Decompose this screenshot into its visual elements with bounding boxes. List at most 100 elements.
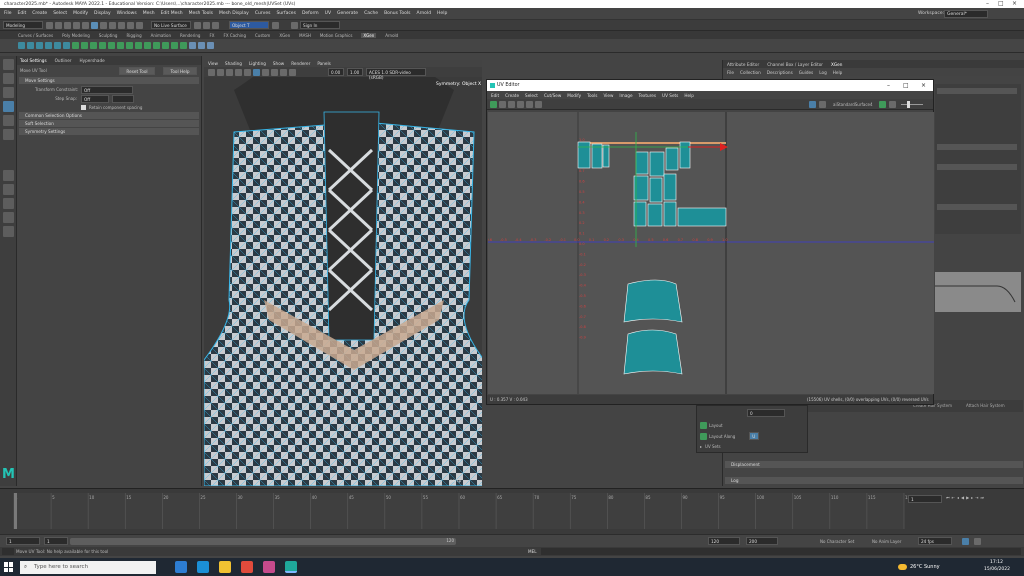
menu-file[interactable]: File: [4, 11, 12, 16]
edge-icon[interactable]: [197, 561, 209, 573]
close-icon[interactable]: ×: [1012, 0, 1017, 7]
shelf-tab-xgen-2[interactable]: XGen: [361, 32, 377, 38]
tab-outliner[interactable]: Outliner: [55, 58, 72, 63]
menu-uv[interactable]: UV: [325, 11, 331, 16]
toolkit-zero-field[interactable]: 0: [747, 409, 785, 417]
property-row[interactable]: [937, 204, 1017, 210]
two-pane-icon[interactable]: [3, 198, 14, 209]
current-frame-field[interactable]: 1: [908, 495, 942, 503]
outliner-pane-icon[interactable]: [3, 212, 14, 223]
store-icon[interactable]: [263, 561, 275, 573]
expand-icon[interactable]: ▸: [700, 444, 702, 449]
auto-key-icon[interactable]: [962, 538, 969, 545]
uv-checker-icon[interactable]: [508, 100, 515, 108]
render-icon[interactable]: [194, 21, 201, 29]
isolate-icon[interactable]: [280, 68, 287, 76]
menu-generate[interactable]: Generate: [337, 11, 358, 16]
menu-help[interactable]: Help: [437, 11, 447, 16]
gamma-field[interactable]: 1.00: [347, 68, 363, 76]
scale-tool-icon[interactable]: [3, 129, 14, 140]
poly-cone-icon[interactable]: [63, 42, 70, 49]
smooth-shade-icon[interactable]: [244, 68, 251, 76]
layout-along-icon[interactable]: [700, 432, 707, 440]
boolean-icon[interactable]: [99, 42, 106, 49]
shelf-tab-custom[interactable]: Custom: [255, 33, 270, 38]
tab-attribute-editor[interactable]: Attribute Editor: [727, 62, 759, 67]
poly-plane-icon[interactable]: [45, 42, 52, 49]
shelf-tab-xgen[interactable]: XGen: [279, 33, 290, 38]
go-to-start-icon[interactable]: ⏮: [946, 495, 950, 500]
select-by-component-icon[interactable]: [109, 21, 116, 29]
play-forward-icon[interactable]: ▶: [966, 495, 969, 500]
section-move-settings[interactable]: Move Settings: [19, 77, 199, 84]
playback-end-field[interactable]: 120: [708, 537, 740, 545]
uv-editor-icon[interactable]: [189, 42, 196, 49]
section-common-selection[interactable]: Common Selection Options: [19, 112, 199, 119]
poly-torus-icon[interactable]: [54, 42, 61, 49]
separate-icon[interactable]: [81, 42, 88, 49]
tab-tool-settings[interactable]: Tool Settings: [20, 58, 47, 63]
grid-icon[interactable]: [226, 68, 233, 76]
menu-bonus-tools[interactable]: Bonus Tools: [384, 11, 410, 16]
anim-layer-dropdown[interactable]: No Anim Layer: [872, 539, 901, 544]
search-icon[interactable]: [272, 21, 279, 29]
uv-shader-dropdown[interactable]: aiStandardSurface4: [833, 102, 873, 107]
uv-menu-tools[interactable]: Tools: [587, 93, 597, 98]
uv-distortion-icon[interactable]: [517, 100, 524, 108]
weather-text[interactable]: 26°C Sunny: [910, 564, 940, 570]
menu-surfaces[interactable]: Surfaces: [276, 11, 296, 16]
ramp-graph[interactable]: [935, 272, 1021, 312]
menu-windows[interactable]: Windows: [117, 11, 137, 16]
menu-edit[interactable]: Edit: [18, 11, 27, 16]
shelf-tab-mash[interactable]: MASH: [299, 33, 311, 38]
poly-cube-icon[interactable]: [27, 42, 34, 49]
maya-taskbar-icon[interactable]: [285, 561, 297, 573]
tab-channel-box[interactable]: Channel Box / Layer Editor: [767, 62, 823, 67]
windows-start-icon[interactable]: [4, 562, 14, 572]
fps-dropdown[interactable]: 24 fps: [918, 537, 952, 545]
timeline[interactable]: 1510152025303540455055606570758085909510…: [0, 488, 1024, 534]
poly-cylinder-icon[interactable]: [36, 42, 43, 49]
four-pane-icon[interactable]: [3, 184, 14, 195]
fill-hole-icon[interactable]: [162, 42, 169, 49]
clock-time[interactable]: 17:12: [990, 560, 1003, 565]
minimize-icon[interactable]: –: [986, 0, 989, 7]
attr-menu-file[interactable]: File: [727, 70, 734, 75]
vp-menu-renderer[interactable]: Renderer: [291, 61, 310, 66]
step-forward-icon[interactable]: ▸: [971, 495, 973, 500]
command-input[interactable]: [540, 548, 1021, 555]
smooth-icon[interactable]: [108, 42, 115, 49]
uv-menu-uv-sets[interactable]: UV Sets: [662, 93, 678, 98]
mirror-icon[interactable]: [126, 42, 133, 49]
vp-menu-show[interactable]: Show: [273, 61, 284, 66]
attach-hair-button[interactable]: Attach Hair System: [966, 403, 1005, 408]
play-backward-icon[interactable]: ◀: [961, 495, 964, 500]
uv-gamma-icon[interactable]: [889, 101, 896, 108]
shelf-tab-poly[interactable]: Poly Modeling: [62, 33, 90, 38]
viewport-3d[interactable]: [204, 60, 482, 486]
section-soft-selection[interactable]: Soft Selection: [19, 120, 199, 127]
snap-curve-icon[interactable]: [127, 21, 134, 29]
select-by-hierarchy-icon[interactable]: [91, 21, 98, 29]
step-snap-value[interactable]: [112, 94, 134, 103]
menu-display[interactable]: Display: [94, 11, 111, 16]
maximize-icon[interactable]: □: [998, 0, 1004, 7]
uv-close-icon[interactable]: ×: [921, 82, 926, 89]
workspace-dropdown[interactable]: General*: [944, 10, 988, 18]
tab-hypershade[interactable]: Hypershade: [80, 58, 105, 63]
menu-edit-mesh[interactable]: Edit Mesh: [161, 11, 183, 16]
end-time-field[interactable]: 200: [746, 537, 778, 545]
menu-select[interactable]: Select: [53, 11, 67, 16]
property-row[interactable]: [937, 144, 1017, 150]
menu-curves[interactable]: Curves: [255, 11, 271, 16]
search-icon[interactable]: [3, 226, 14, 237]
uv-minimize-icon[interactable]: –: [887, 82, 890, 89]
uv-slider-track[interactable]: [901, 104, 923, 105]
target-weld-icon[interactable]: [180, 42, 187, 49]
vp-menu-lighting[interactable]: Lighting: [249, 61, 266, 66]
shelf-tab-motion-graphics[interactable]: Motion Graphics: [320, 33, 353, 38]
new-scene-icon[interactable]: [46, 21, 53, 29]
layout-label[interactable]: Layout: [709, 423, 723, 428]
planar-map-icon[interactable]: [198, 42, 205, 49]
object-field[interactable]: Object T: [229, 21, 269, 29]
